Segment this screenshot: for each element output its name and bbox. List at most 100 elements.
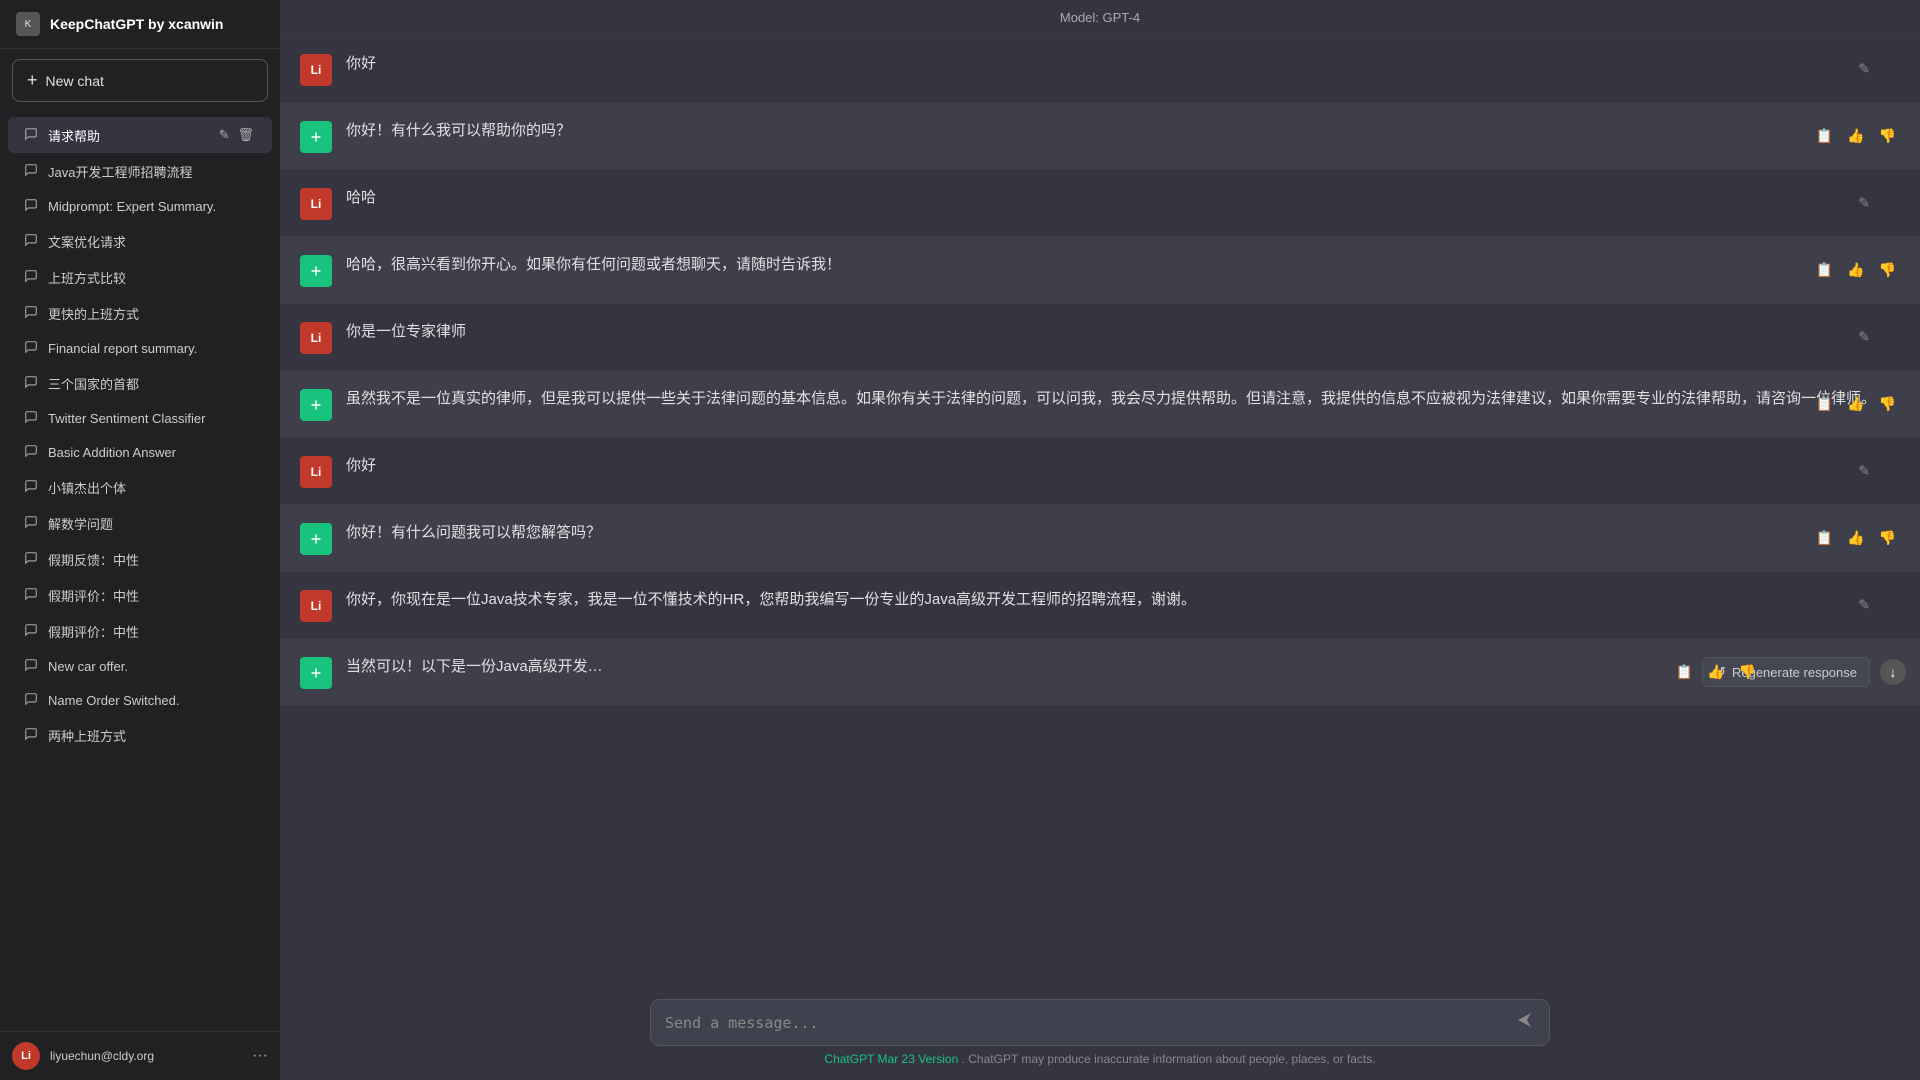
message-row-3: Li 哈哈 ✎ <box>280 170 1920 237</box>
thumbsdown-button[interactable]: 👎 <box>1875 258 1900 283</box>
thumbsup-button[interactable]: 👍 <box>1703 660 1728 685</box>
edit-message-icon[interactable]: ✎ <box>1858 195 1870 212</box>
copy-button[interactable]: 📋 <box>1812 526 1837 551</box>
new-chat-button[interactable]: + New chat <box>12 59 268 102</box>
sidebar-item-文案[interactable]: 文案优化请求 <box>8 224 272 259</box>
message-content: 当然可以！以下是一份Java高级开发… <box>346 655 1900 679</box>
message-row-7: Li 你好 ✎ <box>280 438 1920 505</box>
edit-message-icon[interactable]: ✎ <box>1858 329 1870 346</box>
sidebar-item-Java[interactable]: Java开发工程师招聘流程 <box>8 154 272 189</box>
model-label: Model: GPT-4 <box>1060 10 1140 25</box>
message-actions: 📋 👍 👎 <box>1812 124 1900 149</box>
sidebar-item-解数学[interactable]: 解数学问题 <box>8 506 272 541</box>
chat-icon <box>24 658 38 675</box>
message-actions: 📋 👍 👎 <box>1672 660 1760 685</box>
sidebar-item-midprompt[interactable]: Midprompt: Expert Summary. <box>8 190 272 223</box>
sidebar-item-上班方式[interactable]: 上班方式比较 <box>8 260 272 295</box>
more-options-icon[interactable]: ··· <box>252 1047 268 1065</box>
message-avatar <box>300 255 332 287</box>
copy-button[interactable]: 📋 <box>1672 660 1697 685</box>
message-row-10: 当然可以！以下是一份Java高级开发… ↺ Regenerate respons… <box>280 639 1920 706</box>
message-content: 哈哈 <box>346 186 1900 210</box>
chat-icon <box>24 305 38 322</box>
message-avatar: Li <box>300 188 332 220</box>
sidebar-item-更快[interactable]: 更快的上班方式 <box>8 296 272 331</box>
footer-note: ChatGPT Mar 23 Version . ChatGPT may pro… <box>650 1052 1550 1066</box>
message-content: 哈哈，很高兴看到你开心。如果你有任何问题或者想聊天，请随时告诉我！ <box>346 253 1900 277</box>
message-row-5: Li 你是一位专家律师 ✎ <box>280 304 1920 371</box>
message-avatar: Li <box>300 590 332 622</box>
chat-area: Li 你好 ✎ 你好！有什么我可以帮助你的吗？ 📋 👍 👎 Li 哈哈 ✎ 哈哈… <box>280 36 1920 985</box>
message-row-6: 虽然我不是一位真实的律师，但是我可以提供一些关于法律问题的基本信息。如果你有关于… <box>280 371 1920 438</box>
sidebar-item-请求帮助[interactable]: 请求帮助 ✎ 🗑 <box>8 117 272 153</box>
message-content: 你好 <box>346 52 1900 76</box>
message-avatar: Li <box>300 322 332 354</box>
sidebar-item-label: 文案优化请求 <box>48 232 256 251</box>
message-content: 虽然我不是一位真实的律师，但是我可以提供一些关于法律问题的基本信息。如果你有关于… <box>346 387 1900 411</box>
message-content: 你是一位专家律师 <box>346 320 1900 344</box>
chat-icon <box>24 163 38 180</box>
sidebar-item-两种上班[interactable]: 两种上班方式 <box>8 718 272 753</box>
edit-item-button[interactable]: ✎ <box>217 125 232 145</box>
sidebar-item-label: 假期评价：中性 <box>48 622 256 641</box>
message-avatar <box>300 657 332 689</box>
sidebar-item-小镇[interactable]: 小镇杰出个体 <box>8 470 272 505</box>
sidebar-item-label: Name Order Switched. <box>48 693 256 708</box>
message-actions: 📋 👍 👎 <box>1812 258 1900 283</box>
sidebar-item-basic[interactable]: Basic Addition Answer <box>8 436 272 469</box>
message-avatar <box>300 121 332 153</box>
sidebar-item-label: 两种上班方式 <box>48 726 256 745</box>
thumbsup-button[interactable]: 👍 <box>1843 258 1868 283</box>
copy-button[interactable]: 📋 <box>1812 124 1837 149</box>
edit-message-icon[interactable]: ✎ <box>1858 463 1870 480</box>
thumbsup-button[interactable]: 👍 <box>1843 526 1868 551</box>
sidebar-item-name_order[interactable]: Name Order Switched. <box>8 684 272 717</box>
sidebar-item-twitter[interactable]: Twitter Sentiment Classifier <box>8 402 272 435</box>
send-button[interactable] <box>1515 1010 1535 1035</box>
copy-button[interactable]: 📋 <box>1812 392 1837 417</box>
message-row-4: 哈哈，很高兴看到你开心。如果你有任何问题或者想聊天，请随时告诉我！ 📋 👍 👎 <box>280 237 1920 304</box>
user-avatar: Li <box>12 1042 40 1070</box>
message-avatar <box>300 389 332 421</box>
sidebar-footer: Li liyuechun@cldy.org ··· <box>0 1031 280 1080</box>
chat-icon <box>24 587 38 604</box>
sidebar-item-label: 请求帮助 <box>48 126 207 145</box>
sidebar-item-label: Twitter Sentiment Classifier <box>48 411 256 426</box>
message-content: 你好！有什么我可以帮助你的吗？ <box>346 119 1900 143</box>
chat-icon <box>24 269 38 286</box>
chat-icon <box>24 515 38 532</box>
sidebar-item-financial[interactable]: Financial report summary. <box>8 332 272 365</box>
sidebar-item-假期评价2[interactable]: 假期评价：中性 <box>8 614 272 649</box>
sidebar-item-label: 假期反馈：中性 <box>48 550 256 569</box>
delete-item-button[interactable]: 🗑 <box>235 125 256 145</box>
sidebar-item-label: Java开发工程师招聘流程 <box>48 162 256 181</box>
thumbsdown-button[interactable]: 👎 <box>1875 124 1900 149</box>
thumbsup-button[interactable]: 👍 <box>1843 124 1868 149</box>
chat-icon <box>24 444 38 461</box>
scroll-down-button[interactable]: ↓ <box>1880 659 1906 685</box>
sidebar-item-label: New car offer. <box>48 659 256 674</box>
sidebar-item-三个国家[interactable]: 三个国家的首都 <box>8 366 272 401</box>
app-logo: K <box>16 12 40 36</box>
model-header: Model: GPT-4 <box>280 0 1920 36</box>
chat-icon <box>24 375 38 392</box>
message-content: 你好，你现在是一位Java技术专家，我是一位不懂技术的HR，您帮助我编写一份专业… <box>346 588 1900 612</box>
edit-message-icon[interactable]: ✎ <box>1858 597 1870 614</box>
thumbsdown-button[interactable]: 👎 <box>1735 660 1760 685</box>
edit-message-icon[interactable]: ✎ <box>1858 61 1870 78</box>
message-row-1: Li 你好 ✎ <box>280 36 1920 103</box>
chatgpt-version-link[interactable]: ChatGPT Mar 23 Version <box>824 1052 958 1066</box>
item-actions: ✎ 🗑 <box>217 125 256 145</box>
thumbsup-button[interactable]: 👍 <box>1843 392 1868 417</box>
copy-button[interactable]: 📋 <box>1812 258 1837 283</box>
message-input[interactable] <box>665 1014 1505 1032</box>
thumbsdown-button[interactable]: 👎 <box>1875 392 1900 417</box>
thumbsdown-button[interactable]: 👎 <box>1875 526 1900 551</box>
sidebar-item-new_car[interactable]: New car offer. <box>8 650 272 683</box>
sidebar-item-假期评价1[interactable]: 假期评价：中性 <box>8 578 272 613</box>
sidebar-item-假期反馈[interactable]: 假期反馈：中性 <box>8 542 272 577</box>
main-content: Model: GPT-4 Li 你好 ✎ 你好！有什么我可以帮助你的吗？ 📋 👍… <box>280 0 1920 1080</box>
chat-icon <box>24 479 38 496</box>
plus-icon: + <box>27 70 38 91</box>
chat-history-list: 请求帮助 ✎ 🗑 Java开发工程师招聘流程 Midprompt: Expert… <box>0 112 280 1031</box>
